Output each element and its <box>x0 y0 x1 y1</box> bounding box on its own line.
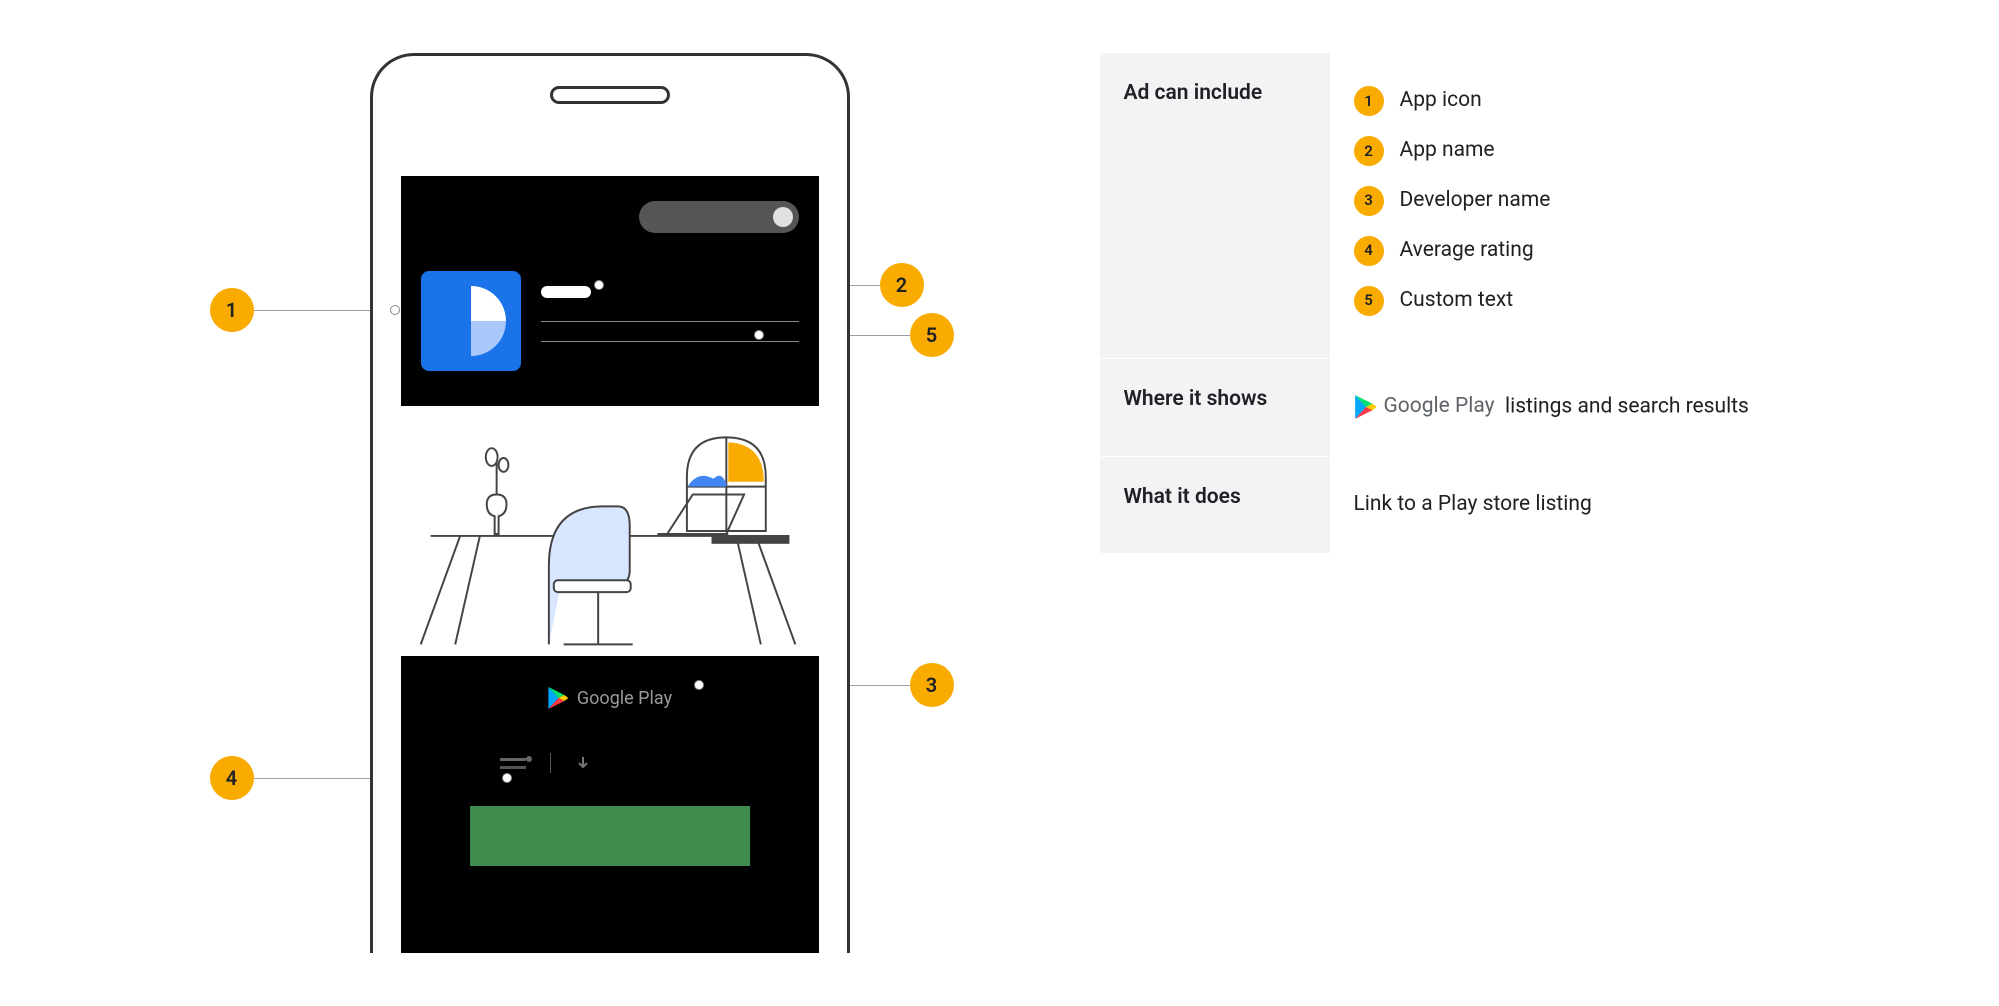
legend-badge: 1 <box>1354 86 1384 116</box>
callout-dot <box>390 305 400 315</box>
legend-badge: 5 <box>1354 286 1384 316</box>
what-it-does-text: Link to a Play store listing <box>1330 457 1800 553</box>
callout-badge-2: 2 <box>880 263 924 307</box>
toggle-placeholder <box>639 201 799 233</box>
callout-dot <box>694 680 704 690</box>
info-row-where-shows: Where it shows Google Play listings and … <box>1100 359 1800 456</box>
app-icon <box>421 271 521 371</box>
google-play-label: Google Play <box>577 688 672 709</box>
callout-badge-1: 1 <box>210 288 254 332</box>
callout-badge-4: 4 <box>210 756 254 800</box>
info-label: What it does <box>1100 457 1330 553</box>
custom-text-line <box>541 341 799 342</box>
callout-dot <box>594 280 604 290</box>
legend-item: 4 Average rating <box>1354 231 1776 271</box>
rating-row <box>500 751 720 775</box>
callout-badge-5: 5 <box>910 313 954 357</box>
legend-text: Developer name <box>1400 181 1551 221</box>
legend-badge: 3 <box>1354 186 1384 216</box>
legend-text: App name <box>1400 131 1495 171</box>
google-play-inline-logo: Google Play <box>1354 387 1495 427</box>
phone-earpiece <box>550 86 670 104</box>
legend-badge: 2 <box>1354 136 1384 166</box>
info-label: Ad can include <box>1100 53 1330 358</box>
info-label: Where it shows <box>1100 359 1330 455</box>
callout-dot <box>502 773 512 783</box>
where-shows-text: listings and search results <box>1505 395 1749 419</box>
ad-header-area <box>401 176 819 406</box>
phone-diagram: 1 4 2 5 3 <box>200 53 900 953</box>
ad-footer-area: Google Play <box>401 656 819 953</box>
info-row-what-it-does: What it does Link to a Play store listin… <box>1100 457 1800 554</box>
phone-frame: Google Play <box>370 53 850 953</box>
info-row-can-include: Ad can include 1 App icon 2 App name 3 D… <box>1100 53 1800 359</box>
info-panel: Ad can include 1 App icon 2 App name 3 D… <box>1100 53 1800 554</box>
app-name-placeholder <box>541 286 591 298</box>
legend-item: 1 App icon <box>1354 81 1776 121</box>
play-triangle-icon <box>1354 394 1378 420</box>
legend-item: 2 App name <box>1354 131 1776 171</box>
ad-hero-illustration <box>401 406 819 656</box>
install-button <box>470 806 750 866</box>
legend-item: 3 Developer name <box>1354 181 1776 221</box>
legend-text: App icon <box>1400 81 1482 121</box>
callout-dot <box>754 330 764 340</box>
legend-badge: 4 <box>1354 236 1384 266</box>
custom-text-line <box>541 321 799 322</box>
legend-text: Custom text <box>1400 281 1514 321</box>
legend-text: Average rating <box>1400 231 1534 271</box>
legend-item: 5 Custom text <box>1354 281 1776 321</box>
google-play-logo: Google Play <box>547 686 672 710</box>
phone-screen: Google Play <box>401 176 819 953</box>
play-triangle-icon <box>547 686 569 710</box>
google-play-brand: Google Play <box>1384 387 1495 427</box>
download-arrow-icon <box>575 755 591 771</box>
callout-badge-3: 3 <box>910 663 954 707</box>
